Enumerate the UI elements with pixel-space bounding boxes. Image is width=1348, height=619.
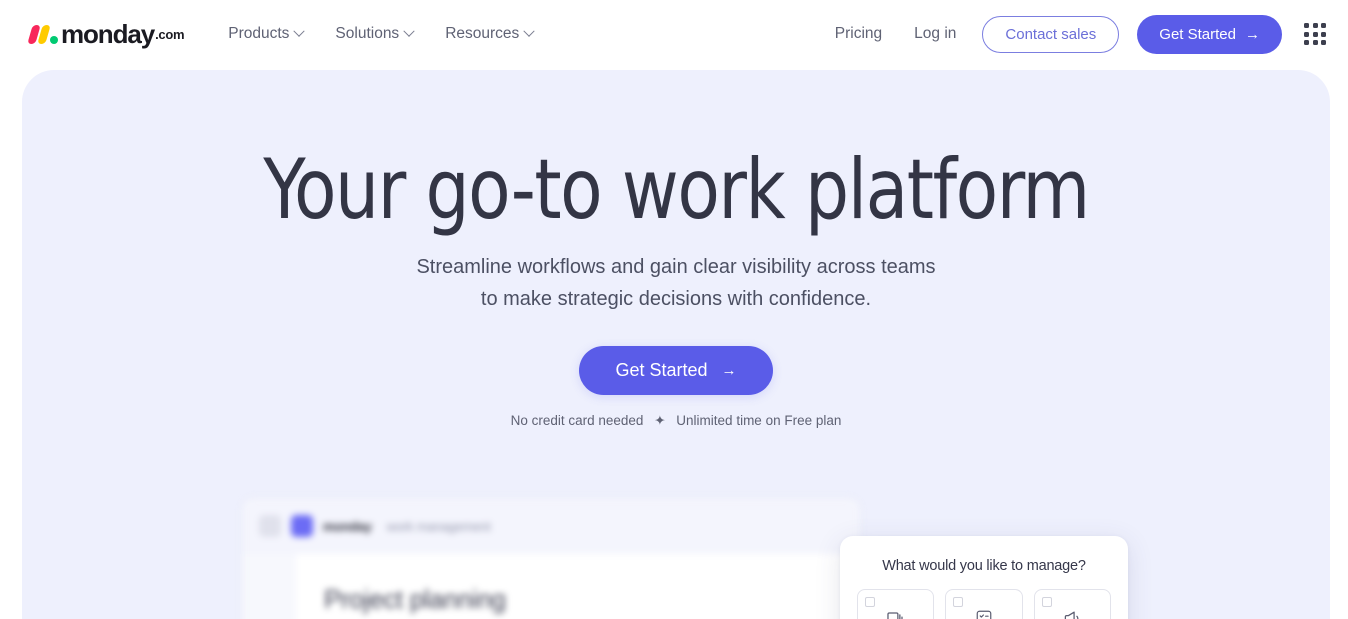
apps-grid-dot: [1304, 23, 1309, 28]
apps-grid-dot: [1321, 40, 1326, 45]
apps-grid-dot: [1312, 40, 1318, 45]
apps-grid-icon[interactable]: [1304, 23, 1326, 45]
arrow-right-icon: →: [721, 362, 737, 379]
chevron-down-icon: [403, 25, 415, 37]
hero-disclaimer-right: Unlimited time on Free plan: [676, 413, 842, 428]
nav-item-resources-label: Resources: [445, 25, 520, 42]
app-preview-product-icon: [291, 515, 313, 537]
manage-option-tasks[interactable]: Tasks: [945, 589, 1023, 619]
contact-sales-button[interactable]: Contact sales: [982, 15, 1120, 53]
hero-subtitle-line-2: to make strategic decisions with confide…: [480, 287, 872, 310]
megaphone-icon: [1063, 607, 1082, 619]
nav-item-solutions-label: Solutions: [335, 25, 400, 42]
app-preview-board-title: Project planning: [324, 584, 506, 614]
chevron-down-icon: [523, 25, 535, 37]
pricing-link[interactable]: Pricing: [819, 17, 898, 51]
monday-logo-mark: [27, 24, 58, 44]
hero-get-started-label: Get Started: [615, 360, 708, 380]
header-get-started-button[interactable]: Get Started →: [1137, 14, 1282, 54]
hero-disclaimer-left: No credit card needed: [510, 413, 644, 428]
app-preview-body: Project planning: [242, 554, 860, 619]
nav-item-products[interactable]: Products: [212, 17, 319, 51]
app-preview-main: Project planning: [296, 554, 860, 619]
hero-section: Your go-to work platform Streamline work…: [22, 70, 1330, 619]
hero-subtitle-line-1: Streamline workflows and gain clear visi…: [416, 256, 936, 278]
sparkle-icon: ✦: [654, 413, 666, 428]
hero-subtitle: Streamline workflows and gain clear visi…: [22, 252, 1330, 315]
logo-domain-suffix: .com: [155, 26, 185, 42]
header-get-started-label: Get Started: [1159, 25, 1236, 43]
manage-selection-card: What would you like to manage? Projects: [840, 536, 1128, 619]
checkbox-tasks[interactable]: [953, 597, 964, 607]
checklist-box-icon: [975, 607, 993, 619]
apps-grid-dot: [1312, 31, 1318, 37]
login-link[interactable]: Log in: [898, 17, 972, 51]
page-title: Your go-to work platform: [263, 141, 1090, 238]
apps-grid-dot: [1312, 23, 1318, 28]
arrow-right-icon: →: [1245, 25, 1260, 43]
checkbox-projects[interactable]: [865, 597, 875, 607]
apps-grid-dot: [1304, 31, 1309, 37]
manage-options-row-1: Projects Tasks: [857, 589, 1111, 619]
logo-wordmark: monday: [61, 19, 155, 49]
checkbox-marketing[interactable]: [1041, 597, 1052, 607]
app-preview-menu-icon: [259, 515, 281, 537]
nav-item-products-label: Products: [228, 25, 290, 42]
app-preview-image: monday work management Project planning: [241, 497, 861, 619]
nav-item-resources[interactable]: Resources: [429, 17, 549, 51]
app-preview-sidebar: [242, 554, 296, 619]
hero-get-started-button[interactable]: Get Started →: [579, 346, 773, 395]
nav-item-solutions[interactable]: Solutions: [319, 17, 429, 51]
apps-grid-dot: [1321, 23, 1326, 28]
manage-card-title: What would you like to manage?: [882, 558, 1086, 574]
header-actions: Pricing Log in Contact sales Get Started…: [819, 14, 1348, 54]
app-preview-topbar: monday work management: [242, 498, 860, 554]
manage-option-marketing[interactable]: Marketing: [1033, 589, 1111, 619]
app-preview-brand: monday: [323, 518, 372, 534]
apps-grid-dot: [1304, 40, 1309, 45]
landing-page: monday .com Products Solutions Resources…: [0, 0, 1348, 619]
primary-navigation: Products Solutions Resources: [212, 17, 549, 51]
hero-cta-container: Get Started →: [22, 346, 1330, 395]
hero-disclaimer: No credit card needed ✦ Unlimited time o…: [22, 413, 1330, 429]
stacked-boards-icon: [886, 607, 905, 619]
manage-option-projects[interactable]: Projects: [857, 589, 935, 619]
chevron-down-icon: [293, 25, 306, 37]
site-header: monday .com Products Solutions Resources…: [0, 0, 1348, 68]
logo-dot-green: [50, 35, 58, 44]
app-preview-brand-sub: work management: [386, 518, 491, 534]
apps-grid-dot: [1321, 31, 1326, 37]
monday-logo[interactable]: monday .com: [27, 17, 185, 51]
